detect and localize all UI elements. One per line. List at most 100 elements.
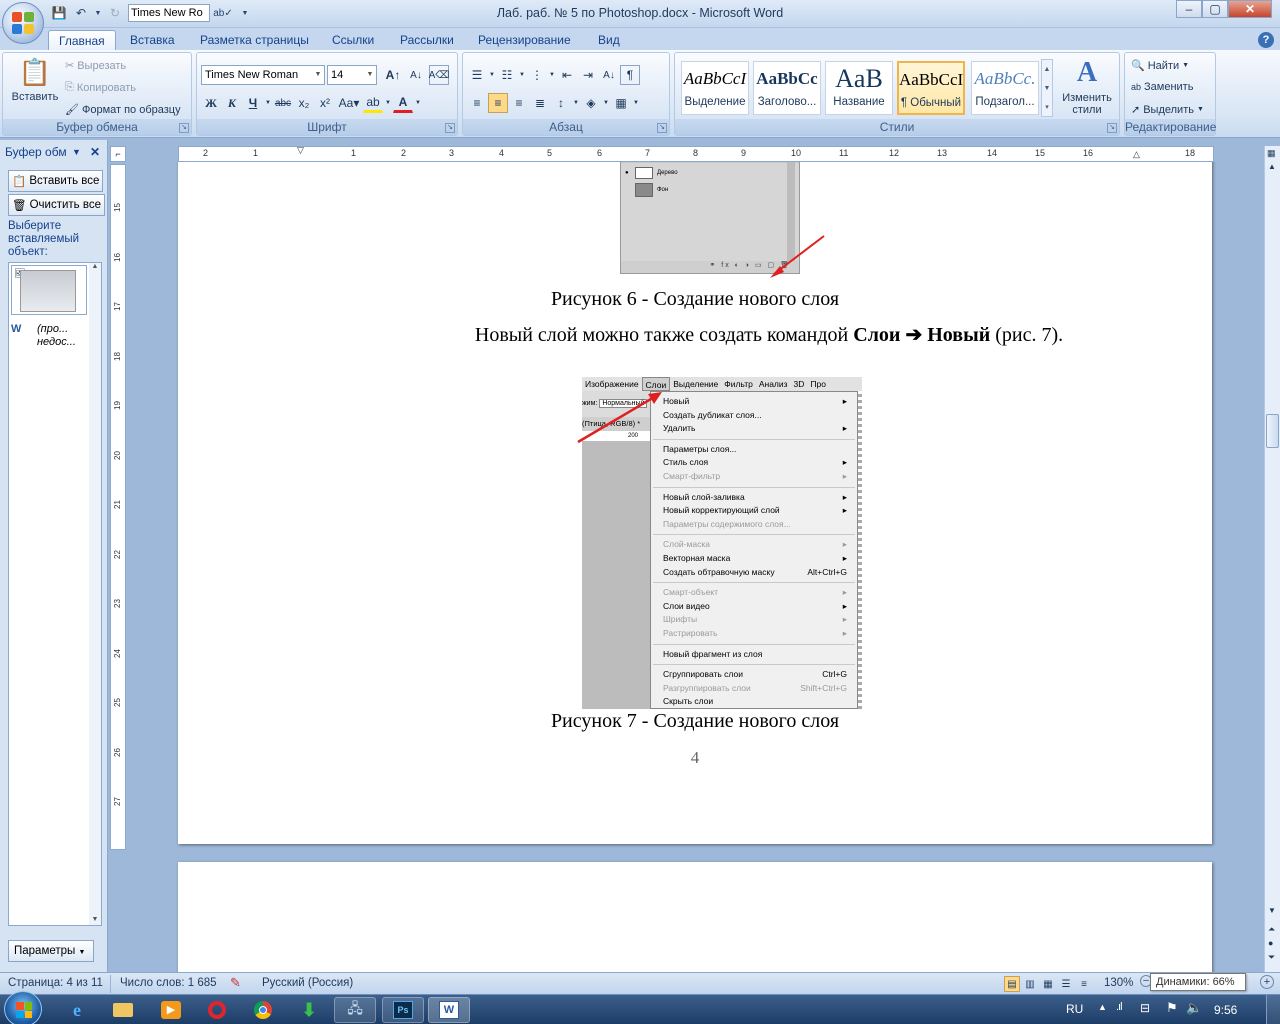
align-right-icon[interactable]: ≡ [509,93,529,113]
cut-button[interactable]: ✂ Вырезать [65,59,126,73]
volume-icon[interactable]: 🔈 [1186,1000,1202,1016]
scroll-down-icon[interactable]: ▼ [1268,906,1276,915]
clipboard-scrollbar[interactable]: ▲ ▼ [89,263,101,925]
zoom-in-icon[interactable]: + [1260,975,1274,989]
increase-indent-icon[interactable]: ⇥ [578,65,598,85]
tab-references[interactable]: Ссылки [322,30,384,50]
taskbar-ie-icon[interactable]: e [56,997,98,1023]
clipboard-item-text[interactable]: W (про... недос... [11,323,91,353]
close-button[interactable]: ✕ [1228,0,1272,18]
format-painter-button[interactable]: 🖌 Формат по образцу [65,103,181,117]
bullets-dropdown-icon[interactable]: ▼ [488,65,496,85]
taskbar-word-icon[interactable]: W [428,997,470,1023]
clipboard-options-button[interactable]: Параметры ▼ [8,940,94,962]
next-page-icon[interactable]: ⏷ [1268,952,1275,963]
taskbar-media-player-icon[interactable]: ▶ [150,997,192,1023]
shading-dropdown-icon[interactable]: ▼ [602,93,610,113]
clear-format-icon[interactable]: A⌫ [429,65,449,85]
taskbar-chrome-icon[interactable] [242,997,284,1023]
signal-icon[interactable]: .ıl [1116,1001,1122,1013]
numbering-dropdown-icon[interactable]: ▼ [518,65,526,85]
vertical-ruler[interactable]: 15 16 17 18 19 20 21 22 23 24 25 26 27 [110,164,126,850]
subscript-icon[interactable]: x₂ [294,93,314,113]
tab-selector[interactable]: ⌐ [110,146,126,162]
font-color-icon[interactable]: A [393,93,413,113]
taskbar-photoshop-icon[interactable]: Ps [382,997,424,1023]
minimize-button[interactable]: – [1176,0,1202,18]
indent-marker-icon[interactable]: ▽ [297,145,304,156]
maximize-button[interactable]: ▢ [1202,0,1228,18]
start-button[interactable] [4,991,42,1024]
copy-button[interactable]: ⎘ Копировать [65,81,136,94]
style-normal[interactable]: AaBbCcI ¶ Обычный [897,61,965,115]
align-left-icon[interactable]: ≡ [467,93,487,113]
change-case-icon[interactable]: Aa▾ [336,93,362,113]
clear-all-button[interactable]: 🗑 Очистить все [8,194,105,216]
prev-page-icon[interactable]: ⏶ [1268,924,1275,935]
strikethrough-icon[interactable]: abc [273,93,293,113]
multilevel-icon[interactable]: ⋮ [527,65,547,85]
clock[interactable]: 9:56 [1214,1003,1237,1017]
help-icon[interactable]: ? [1258,32,1274,48]
zoom-level[interactable]: 130% [1104,977,1133,989]
browse-object-icon[interactable]: ● [1268,938,1273,948]
bullets-icon[interactable]: ☰ [467,65,487,85]
numbering-icon[interactable]: ☷ [497,65,517,85]
decrease-indent-icon[interactable]: ⇤ [557,65,577,85]
font-size-combo[interactable]: 14 ▼ [327,65,377,85]
tab-view[interactable]: Вид [588,30,630,50]
taskbar-opera-icon[interactable] [196,997,238,1023]
network-tray-icon[interactable]: ⊟ [1140,1001,1150,1015]
tab-page-layout[interactable]: Разметка страницы [190,30,319,50]
scroll-up-icon[interactable]: ▲ [1268,162,1276,171]
horizontal-ruler[interactable]: 2 1 1 2 3 4 5 6 7 8 9 10 11 12 13 14 15 16 18 ▽ △ [178,145,1214,162]
tab-mailings[interactable]: Рассылки [390,30,464,50]
close-icon[interactable]: ✕ [90,142,100,162]
font-name-combo[interactable]: Times New Roman ▼ [201,65,325,85]
shrink-font-icon[interactable]: A↓ [406,65,426,85]
full-screen-icon[interactable]: ▥ [1022,976,1038,992]
highlight-dropdown-icon[interactable]: ▼ [384,93,392,113]
pane-menu-icon[interactable]: ▼ [72,142,81,162]
line-spacing-icon[interactable]: ↕ [551,93,571,113]
underline-icon[interactable]: Ч [243,93,263,113]
paste-all-button[interactable]: 📋 Вставить все [8,170,104,192]
bold-icon[interactable]: Ж [201,93,221,113]
sort-icon[interactable]: A↓ [599,65,619,85]
styles-scroll[interactable]: ▲ ▼ ▾ [1041,59,1053,117]
replace-button[interactable]: ab Заменить [1131,81,1193,93]
borders-icon[interactable]: ▦ [611,93,631,113]
styles-launcher-icon[interactable]: ↘ [1107,123,1117,133]
multilevel-dropdown-icon[interactable]: ▼ [548,65,556,85]
italic-icon[interactable]: К [222,93,242,113]
taskbar-explorer-icon[interactable] [102,997,144,1023]
ruler-toggle-icon[interactable]: ▦ [1267,148,1276,159]
draft-icon[interactable]: ≡ [1076,976,1092,992]
office-button[interactable] [2,2,44,44]
style-heading[interactable]: AaBbCc Заголово... [753,61,821,115]
select-button[interactable]: ➚ Выделить ▼ [1131,103,1204,117]
font-launcher-icon[interactable]: ↘ [445,123,455,133]
vertical-scrollbar[interactable]: ▦ ▲ ▼ ⏶ ● ⏷ [1264,146,1280,972]
taskbar-network-icon[interactable]: 🖧 [334,997,376,1023]
input-language[interactable]: RU [1066,1002,1083,1016]
paragraph-launcher-icon[interactable]: ↘ [657,123,667,133]
tab-review[interactable]: Рецензирование [468,30,581,50]
style-emphasis[interactable]: AaBbCcI Выделение [681,61,749,115]
find-button[interactable]: 🔍 Найти ▼ [1131,59,1189,73]
document-page-next[interactable] [178,862,1212,972]
web-layout-icon[interactable]: ▦ [1040,976,1056,992]
outline-icon[interactable]: ☰ [1058,976,1074,992]
paste-button[interactable]: 📋 Вставить [7,57,63,103]
justify-icon[interactable]: ≣ [530,93,550,113]
grow-font-icon[interactable]: A↑ [383,65,403,85]
show-desktop-button[interactable] [1266,995,1280,1024]
taskbar-download-icon[interactable]: ⬇ [288,997,330,1023]
print-layout-icon[interactable]: ▤ [1004,976,1020,992]
style-title[interactable]: AaB Название [825,61,893,115]
superscript-icon[interactable]: x² [315,93,335,113]
change-styles-button[interactable]: A Изменить стили [1059,57,1115,116]
flag-icon[interactable]: ⚑ [1166,1000,1178,1016]
clipboard-launcher-icon[interactable]: ↘ [179,123,189,133]
word-count[interactable]: Число слов: 1 685 [120,977,217,989]
